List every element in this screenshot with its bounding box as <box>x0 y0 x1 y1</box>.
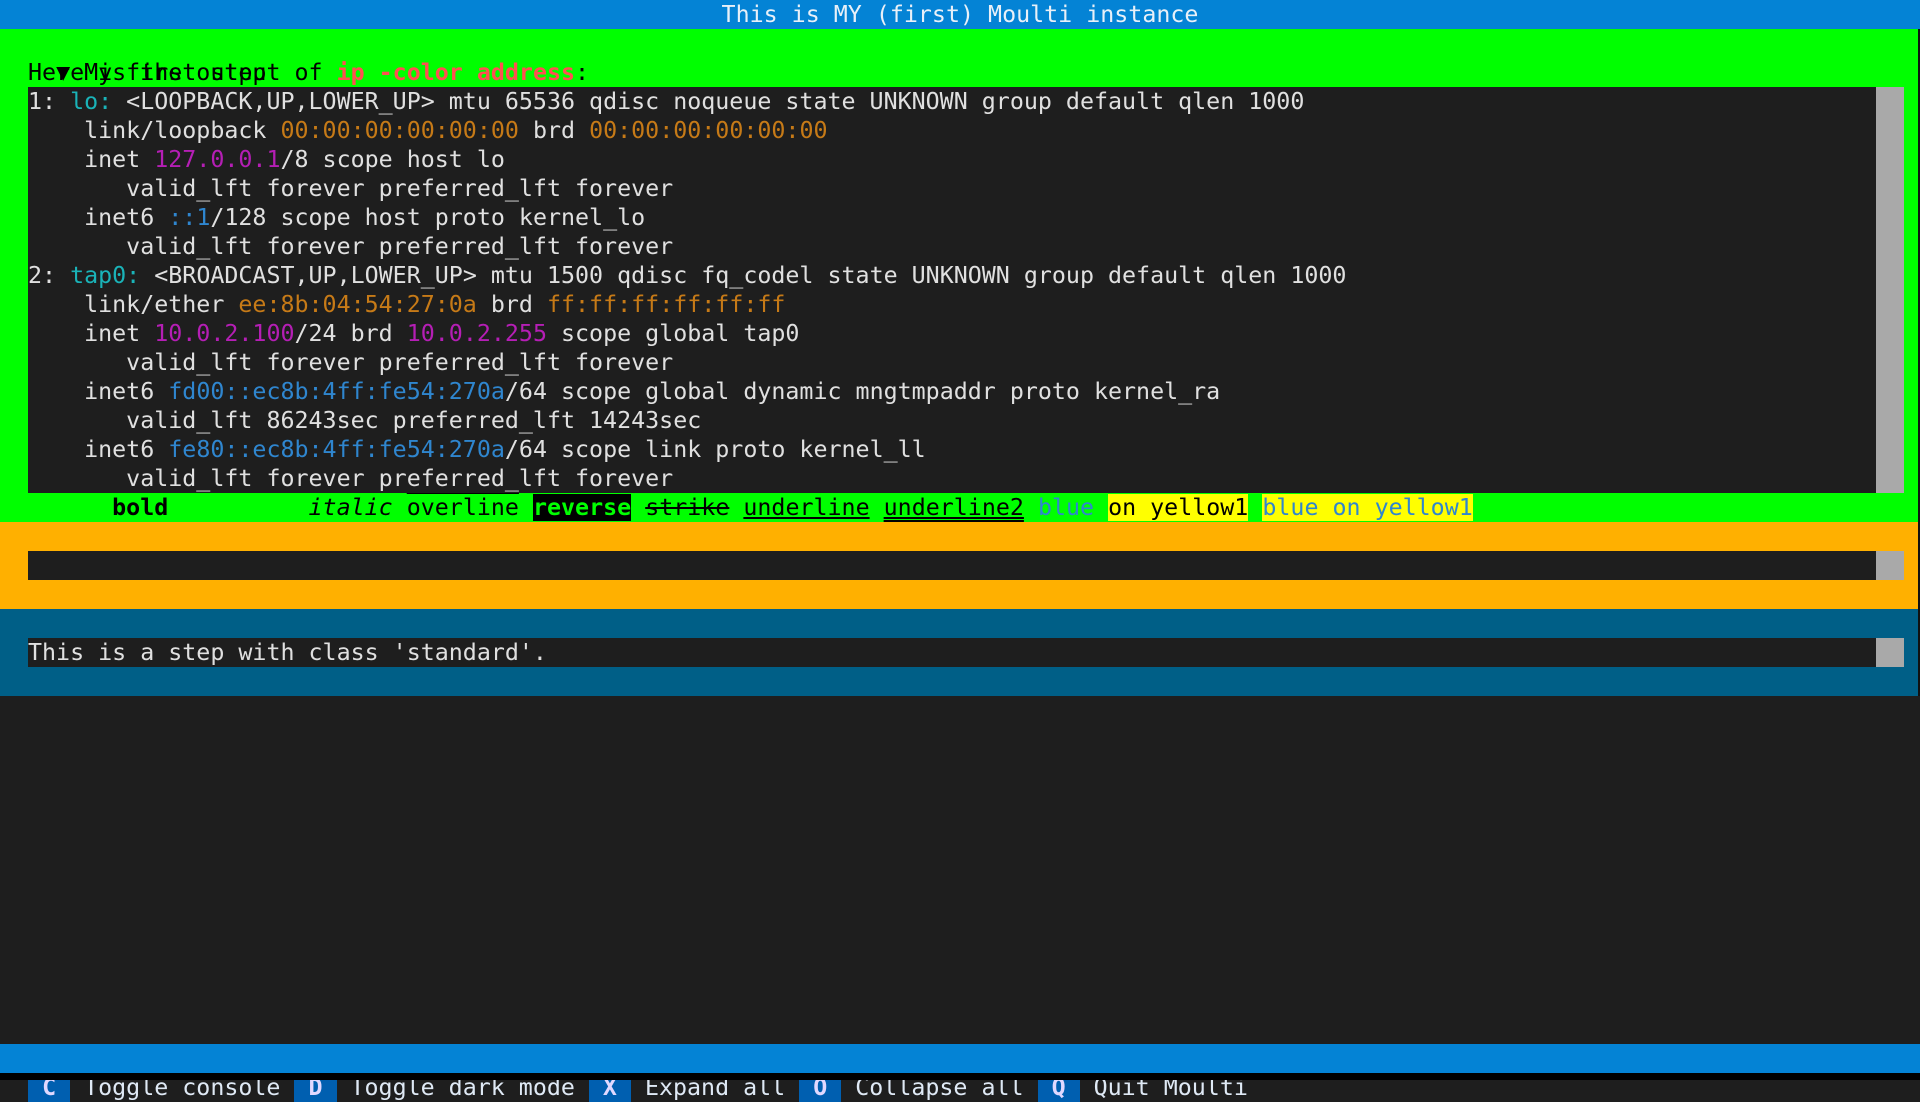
text-segment <box>870 494 884 521</box>
step-log[interactable] <box>28 551 1904 580</box>
log-lines: 1: lo: <LOOPBACK,UP,LOWER_UP> mtu 65536 … <box>28 87 1904 493</box>
styled-text: reverse <box>532 494 632 521</box>
text-segment: valid_lft forever preferred_lft forever <box>28 233 674 260</box>
styled-text: 00:00:00:00:00:00 <box>589 117 828 144</box>
log-line: link/ether ee:8b:04:54:27:0a brd ff:ff:f… <box>28 290 1874 319</box>
step-header[interactable]: ▼ My first step <box>0 29 1920 86</box>
text-segment: /128 scope host proto kernel_lo <box>210 204 646 231</box>
styled-text: strike <box>645 494 730 521</box>
text-segment: valid_lft 86243sec preferred_lft 14243se… <box>28 407 702 434</box>
app-title-bar: This is MY (first) Moulti instance <box>0 0 1920 29</box>
log-line: valid_lft 86243sec preferred_lft 14243se… <box>28 406 1874 435</box>
text-segment: /64 scope global dynamic mngtmpaddr prot… <box>504 378 1221 405</box>
top-text-prefix: Here is the output of <box>28 59 337 86</box>
text-segment: valid_lft forever preferred_lft forever <box>28 175 674 202</box>
bottom-strip <box>0 1073 1920 1080</box>
log-line: valid_lft forever preferred_lft forever <box>28 232 1874 261</box>
text-segment: /64 scope link proto kernel_ll <box>504 436 926 463</box>
text-segment: inet <box>28 320 155 347</box>
step-my-first-step: ▼ My first step Here is the output of ip … <box>0 29 1920 522</box>
styled-text: ::1 <box>168 204 211 231</box>
log-line: inet6 fe80::ec8b:4ff:fe54:270a/64 scope … <box>28 435 1874 464</box>
log-scrollbar[interactable] <box>1876 87 1904 493</box>
styled-text: 10.0.2.100 <box>154 320 295 347</box>
log-lines <box>28 551 1904 580</box>
styled-text: blue <box>1037 494 1095 521</box>
text-segment: /24 brd <box>294 320 407 347</box>
text-segment: inet6 <box>28 204 169 231</box>
text-segment: scope global tap0 <box>546 320 800 347</box>
styled-text: 10.0.2.255 <box>406 320 547 347</box>
text-segment: valid_lft forever preferred_lft forever <box>28 465 674 492</box>
styled-text: italic <box>308 494 393 521</box>
text-segment: <LOOPBACK,UP,LOWER_UP> mtu 65536 qdisc n… <box>112 88 1305 115</box>
step-log[interactable]: 1: lo: <LOOPBACK,UP,LOWER_UP> mtu 65536 … <box>28 87 1904 493</box>
log-line: valid_lft forever preferred_lft forever <box>28 464 1874 493</box>
text-segment: inet6 <box>28 378 169 405</box>
styled-text: lo: <box>70 88 113 115</box>
text-segment <box>28 494 112 521</box>
text-segment: link/ether <box>28 291 239 318</box>
log-line: valid_lft forever preferred_lft forever <box>28 348 1874 377</box>
text-segment: link/loopback <box>28 117 281 144</box>
styled-text: ee:8b:04:54:27:0a <box>238 291 477 318</box>
text-segment: valid_lft forever preferred_lft forever <box>28 349 674 376</box>
styled-text: 127.0.0.1 <box>154 146 281 173</box>
step-warning-step: ▼Warning step <box>0 522 1920 609</box>
log-scrollbar[interactable] <box>1876 638 1904 667</box>
log-line: 2: tap0: <BROADCAST,UP,LOWER_UP> mtu 150… <box>28 261 1874 290</box>
styled-text: fd00::ec8b:4ff:fe54:270a <box>168 378 505 405</box>
step-top-text: Here is the output of ip -color address: <box>0 58 1920 87</box>
styled-text: overline <box>406 494 519 521</box>
log-line: inet 127.0.0.1/8 scope host lo <box>28 145 1874 174</box>
styled-text: ff:ff:ff:ff:ff:ff <box>546 291 786 318</box>
text-segment <box>631 494 645 521</box>
text-segment: 1: <box>28 88 71 115</box>
log-scrollbar[interactable] <box>1876 551 1904 580</box>
top-text-suffix: : <box>575 59 590 86</box>
step-log[interactable]: This is a step with class 'standard'. <box>28 638 1904 667</box>
text-segment <box>1248 494 1262 521</box>
text-segment <box>1094 494 1108 521</box>
footer-keybindings: C Toggle console D Toggle dark mode X Expand … <box>0 1044 1920 1102</box>
styled-text: on yellow1 <box>1108 494 1249 521</box>
styled-text: 00:00:00:00:00:00 <box>280 117 519 144</box>
step-padding <box>0 580 1920 609</box>
styled-text: blue on yellow1 <box>1262 494 1473 521</box>
text-segment: inet <box>28 146 155 173</box>
text-segment <box>1024 494 1038 521</box>
text-segment: inet6 <box>28 436 169 463</box>
text-segment <box>393 494 407 521</box>
log-line: inet 10.0.2.100/24 brd 10.0.2.255 scope … <box>28 319 1874 348</box>
log-line: 1: lo: <LOOPBACK,UP,LOWER_UP> mtu 65536 … <box>28 87 1874 116</box>
app-title: This is MY (first) Moulti instance <box>721 1 1199 28</box>
text-segment <box>519 494 533 521</box>
log-lines: This is a step with class 'standard'. <box>28 638 1904 667</box>
styled-text: underline2 <box>883 494 1024 521</box>
log-line: valid_lft forever preferred_lft forever <box>28 174 1874 203</box>
styled-text: tap0: <box>70 262 141 289</box>
step-standard-step: ▼Standard step This is a step with class… <box>0 609 1920 696</box>
step-header[interactable]: ▼Warning step <box>0 522 1920 579</box>
text-segment: This is a step with class 'standard'. <box>28 639 547 666</box>
log-line: inet6 fd00::ec8b:4ff:fe54:270a/64 scope … <box>28 377 1874 406</box>
styled-text: fe80::ec8b:4ff:fe54:270a <box>168 436 505 463</box>
step-header[interactable]: ▼Standard step <box>0 609 1920 666</box>
step-padding <box>0 667 1920 696</box>
text-segment: brd <box>518 117 590 144</box>
text-segment <box>729 494 743 521</box>
text-segment: <BROADCAST,UP,LOWER_UP> mtu 1500 qdisc f… <box>140 262 1347 289</box>
text-segment: brd <box>476 291 547 318</box>
text-segment: 2: <box>28 262 71 289</box>
styled-text: underline <box>743 494 870 521</box>
step-bottom-text: bold italic overline reverse strike unde… <box>0 493 1920 522</box>
text-segment <box>168 494 308 521</box>
command-text: ip -color address <box>336 59 576 86</box>
styled-text: bold <box>112 494 169 521</box>
log-line: inet6 ::1/128 scope host proto kernel_lo <box>28 203 1874 232</box>
log-line: This is a step with class 'standard'. <box>28 638 1874 667</box>
text-segment: /8 scope host lo <box>280 146 505 173</box>
log-line: link/loopback 00:00:00:00:00:00 brd 00:0… <box>28 116 1874 145</box>
